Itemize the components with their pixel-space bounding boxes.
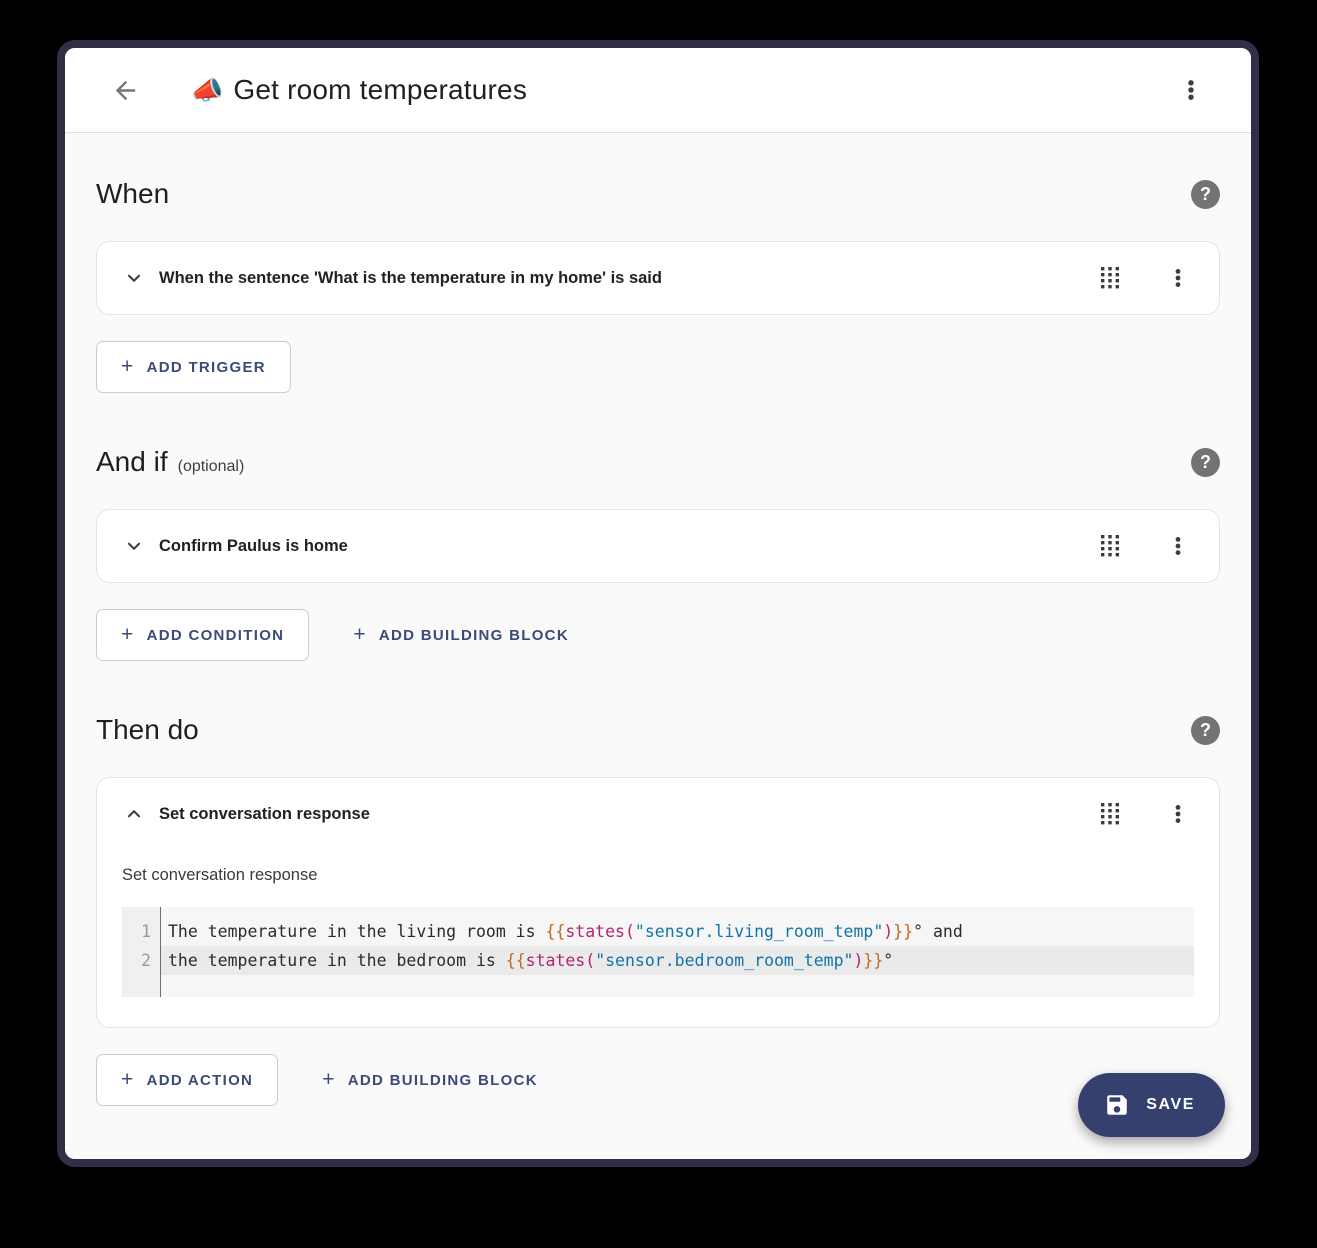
trigger-menu-button[interactable] — [1159, 259, 1197, 297]
plus-icon: + — [121, 1067, 135, 1091]
action-menu-button[interactable] — [1159, 795, 1197, 833]
action-title: Set conversation response — [159, 804, 370, 823]
action-card: Set conversation response Set conversati… — [96, 777, 1220, 1028]
code-line: 1 The temperature in the living room is … — [122, 917, 1194, 946]
add-condition-label: ADD CONDITION — [146, 626, 285, 644]
action-collapse-button[interactable] — [117, 797, 151, 831]
when-help-icon[interactable]: ? — [1191, 179, 1220, 209]
plus-icon: + — [353, 622, 367, 646]
and-if-help-icon[interactable]: ? — [1191, 447, 1220, 477]
add-building-block-label: ADD BUILDING BLOCK — [378, 626, 569, 644]
condition-title: Confirm Paulus is home — [159, 536, 348, 555]
drag-handle-icon — [1101, 803, 1119, 825]
code-text: The temperature in the living room is {{… — [168, 922, 963, 941]
then-do-help-icon[interactable]: ? — [1191, 715, 1220, 745]
add-building-block-button-conditions[interactable]: + ADD BUILDING BLOCK — [329, 609, 593, 661]
kebab-menu-icon — [1175, 537, 1181, 555]
page-title: Get room temperatures — [233, 74, 528, 105]
line-number: 2 — [141, 951, 151, 970]
condition-expand-button[interactable] — [117, 529, 151, 563]
plus-icon: + — [322, 1067, 336, 1091]
add-building-block-button-actions[interactable]: + ADD BUILDING BLOCK — [298, 1054, 562, 1106]
add-action-label: ADD ACTION — [146, 1071, 254, 1089]
save-label: SAVE — [1146, 1096, 1195, 1113]
drag-handle-icon — [1101, 267, 1119, 289]
add-action-button[interactable]: + ADD ACTION — [96, 1054, 279, 1106]
overflow-menu-button[interactable] — [1171, 70, 1211, 110]
condition-menu-button[interactable] — [1159, 527, 1197, 565]
back-button[interactable] — [105, 70, 145, 110]
trigger-title: When the sentence 'What is the temperatu… — [159, 268, 662, 287]
add-trigger-label: ADD TRIGGER — [146, 358, 266, 376]
kebab-menu-icon — [1188, 80, 1194, 100]
line-number: 1 — [141, 922, 151, 941]
condition-card: Confirm Paulus is home — [96, 509, 1220, 583]
and-if-heading: And if — [96, 446, 168, 477]
optional-label: (optional) — [177, 458, 245, 475]
trigger-expand-button[interactable] — [117, 261, 151, 295]
trigger-card: When the sentence 'What is the temperatu… — [96, 241, 1220, 315]
chevron-up-icon — [127, 810, 141, 818]
chevron-down-icon — [127, 542, 141, 550]
trigger-drag-handle[interactable] — [1091, 259, 1129, 297]
plus-icon: + — [121, 354, 135, 378]
condition-drag-handle[interactable] — [1091, 527, 1129, 565]
when-heading: When — [96, 178, 170, 209]
kebab-menu-icon — [1175, 269, 1181, 287]
automation-emoji: 📣 — [191, 75, 224, 105]
chevron-down-icon — [127, 274, 141, 282]
header-toolbar: 📣 Get room temperatures — [65, 48, 1251, 133]
action-card-header[interactable]: Set conversation response — [97, 778, 1219, 850]
condition-card-header[interactable]: Confirm Paulus is home — [97, 510, 1219, 582]
template-code-editor[interactable]: 1 The temperature in the living room is … — [122, 907, 1194, 997]
title-group: 📣 Get room temperatures — [191, 74, 527, 106]
action-drag-handle[interactable] — [1091, 795, 1129, 833]
save-button[interactable]: SAVE — [1078, 1073, 1225, 1137]
when-section-header: When ? — [96, 173, 1220, 215]
editor-content: When ? When the sentence 'What is the te… — [65, 133, 1251, 1159]
code-text: the temperature in the bedroom is {{stat… — [160, 946, 1194, 975]
add-condition-button[interactable]: + ADD CONDITION — [96, 609, 310, 661]
response-field-label: Set conversation response — [122, 866, 318, 884]
trigger-card-header[interactable]: When the sentence 'What is the temperatu… — [97, 242, 1219, 314]
kebab-menu-icon — [1175, 805, 1181, 823]
add-building-block-label: ADD BUILDING BLOCK — [347, 1071, 538, 1089]
save-icon — [1107, 1095, 1127, 1115]
automation-editor-window: 📣 Get room temperatures When ? When the … — [57, 40, 1259, 1167]
then-do-section-header: Then do ? — [96, 709, 1220, 751]
plus-icon: + — [121, 622, 135, 646]
arrow-back-icon — [115, 80, 135, 100]
code-line: 2 the temperature in the bedroom is {{st… — [122, 946, 1194, 975]
then-do-heading: Then do — [96, 714, 199, 745]
add-trigger-button[interactable]: + ADD TRIGGER — [96, 341, 291, 393]
and-if-section-header: And if (optional) ? — [96, 441, 1220, 483]
drag-handle-icon — [1101, 535, 1119, 557]
